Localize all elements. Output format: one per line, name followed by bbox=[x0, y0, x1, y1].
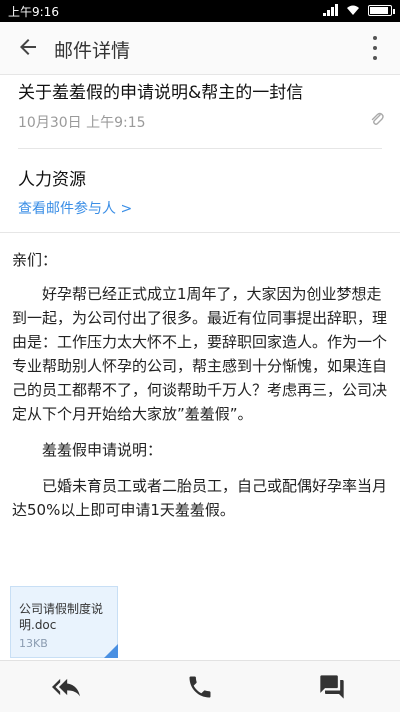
email-paragraph: 羞羞假申请说明： bbox=[42, 441, 163, 459]
email-greeting: 亲们： bbox=[12, 251, 58, 269]
page-title: 邮件详情 bbox=[54, 40, 131, 62]
phone-icon[interactable] bbox=[186, 673, 214, 701]
more-options-icon[interactable] bbox=[372, 36, 378, 60]
app-bar: 邮件详情 bbox=[0, 22, 400, 75]
email-paragraph: 好孕帮已经正式成立1周年了，大家因为创业梦想走到一起，为公司付出了很多。最近有位… bbox=[12, 285, 388, 423]
attachment-name: 公司请假制度说明.doc bbox=[19, 602, 104, 632]
divider bbox=[0, 232, 400, 233]
email-sender: 人力资源 bbox=[18, 170, 86, 190]
battery-icon bbox=[368, 4, 395, 16]
email-subject: 关于羞羞假的申请说明&帮主的一封信 bbox=[18, 83, 304, 103]
back-arrow-icon[interactable] bbox=[16, 35, 40, 59]
attachment-card[interactable]: 公司请假制度说明.doc 13KB bbox=[10, 586, 118, 658]
reply-all-icon[interactable] bbox=[52, 673, 80, 701]
wifi-icon bbox=[347, 5, 359, 15]
attachment-corner-marker bbox=[104, 644, 118, 658]
divider bbox=[18, 148, 382, 149]
bottom-action-bar bbox=[0, 660, 400, 712]
paperclip-icon bbox=[371, 112, 384, 125]
chat-bubbles-icon[interactable] bbox=[318, 673, 346, 701]
status-bar: 上午9:16 bbox=[0, 0, 400, 22]
status-time: 上午9:16 bbox=[8, 5, 59, 19]
signal-icon bbox=[323, 4, 338, 16]
email-paragraph: 已婚未育员工或者二胎员工，自己或配偶好孕率当月达50%以上即可申请1天羞羞假。 bbox=[12, 477, 388, 519]
attachment-size: 13KB bbox=[19, 637, 48, 650]
view-participants-link[interactable]: 查看邮件参与人 > bbox=[18, 198, 132, 218]
email-body: 亲们： 好孕帮已经正式成立1周年了，大家因为创业梦想走到一起，为公司付出了很多。… bbox=[12, 248, 388, 534]
email-date: 10月30日 上午9:15 bbox=[18, 115, 146, 131]
status-icons bbox=[323, 4, 395, 16]
